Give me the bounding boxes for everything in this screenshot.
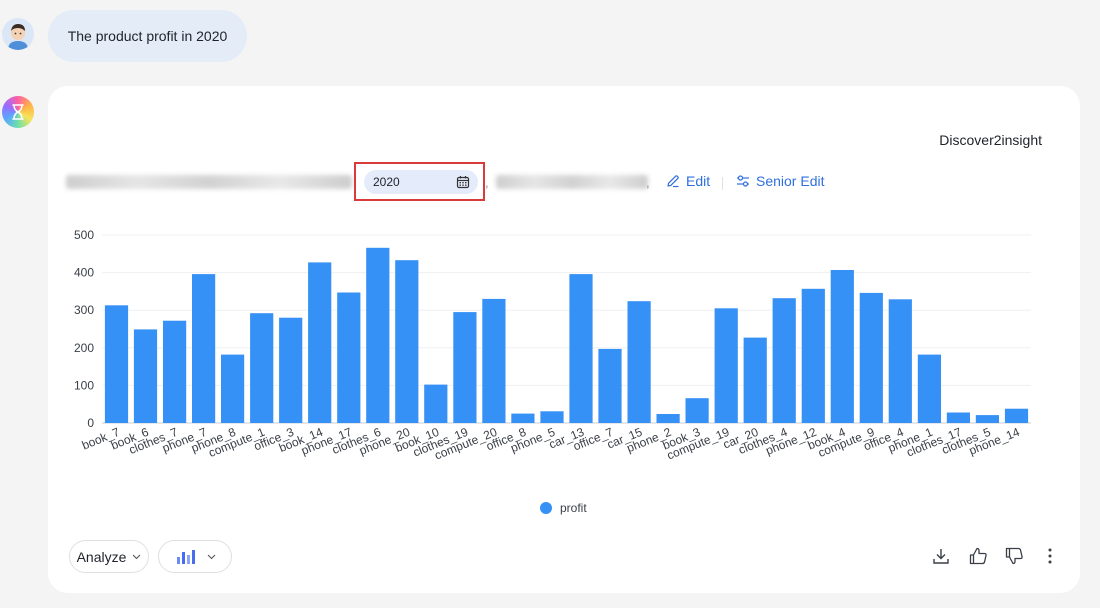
legend-label: profit — [560, 501, 587, 515]
bar-book_6[interactable] — [133, 329, 158, 423]
y-tick-label: 200 — [74, 341, 94, 355]
analyze-button[interactable]: Analyze — [69, 540, 149, 573]
assistant-avatar — [2, 96, 34, 128]
user-message-bubble: The product profit in 2020 — [48, 10, 247, 62]
user-message-text: The product profit in 2020 — [67, 28, 228, 44]
chevron-down-icon — [133, 554, 141, 559]
bar-clothes_4[interactable] — [772, 298, 796, 423]
bar-phone_17[interactable] — [337, 292, 361, 424]
bar-office_8[interactable] — [511, 413, 535, 423]
bar-office_7[interactable] — [598, 348, 622, 423]
bar-book_4[interactable] — [830, 270, 854, 423]
legend-marker — [540, 502, 552, 514]
bar-book_10[interactable] — [424, 384, 448, 423]
bar-car_20[interactable] — [743, 337, 767, 423]
y-tick-label: 500 — [74, 228, 94, 242]
profit-bar-chart: 0100200300400500book_7book_6clothes_7pho… — [74, 228, 1031, 463]
chart-type-button[interactable] — [158, 540, 232, 573]
download-icon — [933, 549, 949, 564]
bar-office_3[interactable] — [279, 317, 303, 423]
y-tick-label: 400 — [74, 266, 94, 280]
bar-compute_1[interactable] — [250, 313, 274, 423]
bar-clothes_19[interactable] — [453, 312, 477, 423]
bar-clothes_7[interactable] — [163, 320, 187, 423]
bar-phone_12[interactable] — [801, 288, 825, 423]
bar-book_14[interactable] — [308, 262, 332, 423]
thumbs-down-icon — [1005, 547, 1023, 565]
user-avatar-icon — [2, 18, 34, 50]
bar-clothes_6[interactable] — [366, 247, 390, 423]
y-tick-label: 100 — [74, 378, 94, 392]
chart-legend[interactable]: profit — [540, 501, 587, 515]
bar-phone_8[interactable] — [221, 354, 245, 423]
bar-book_7[interactable] — [104, 305, 129, 423]
bar-compute_20[interactable] — [482, 298, 506, 423]
more-vertical-icon — [1048, 548, 1052, 564]
y-tick-label: 300 — [74, 303, 94, 317]
bar-car_15[interactable] — [627, 301, 651, 423]
dislike-button[interactable] — [1004, 546, 1024, 566]
bar-compute_9[interactable] — [859, 292, 883, 423]
bar-book_3[interactable] — [685, 398, 709, 423]
bar-phone_2[interactable] — [656, 414, 680, 423]
answer-card: Discover2insight 2020 , , Edit Senior Ed… — [48, 86, 1080, 593]
download-button[interactable] — [931, 546, 951, 566]
analyze-label: Analyze — [76, 548, 127, 565]
chevron-down-icon — [207, 554, 215, 559]
bar-phone_20[interactable] — [395, 260, 419, 423]
bar-phone_14[interactable] — [1004, 408, 1029, 423]
bar-compute_19[interactable] — [714, 308, 738, 423]
like-button[interactable] — [968, 546, 988, 566]
hourglass-icon — [12, 104, 24, 120]
bar-phone_7[interactable] — [192, 274, 216, 423]
thumbs-up-icon — [969, 547, 987, 565]
y-tick-label: 0 — [87, 416, 94, 430]
bar-chart-icon — [176, 549, 195, 564]
bar-clothes_5[interactable] — [975, 415, 999, 423]
more-options-button[interactable] — [1040, 546, 1060, 566]
bar-office_4[interactable] — [888, 299, 912, 423]
bar-phone_5[interactable] — [540, 411, 564, 423]
bar-clothes_17[interactable] — [946, 412, 970, 424]
bar-car_13[interactable] — [569, 274, 593, 423]
user-avatar — [2, 18, 34, 50]
bar-phone_1[interactable] — [917, 354, 941, 423]
